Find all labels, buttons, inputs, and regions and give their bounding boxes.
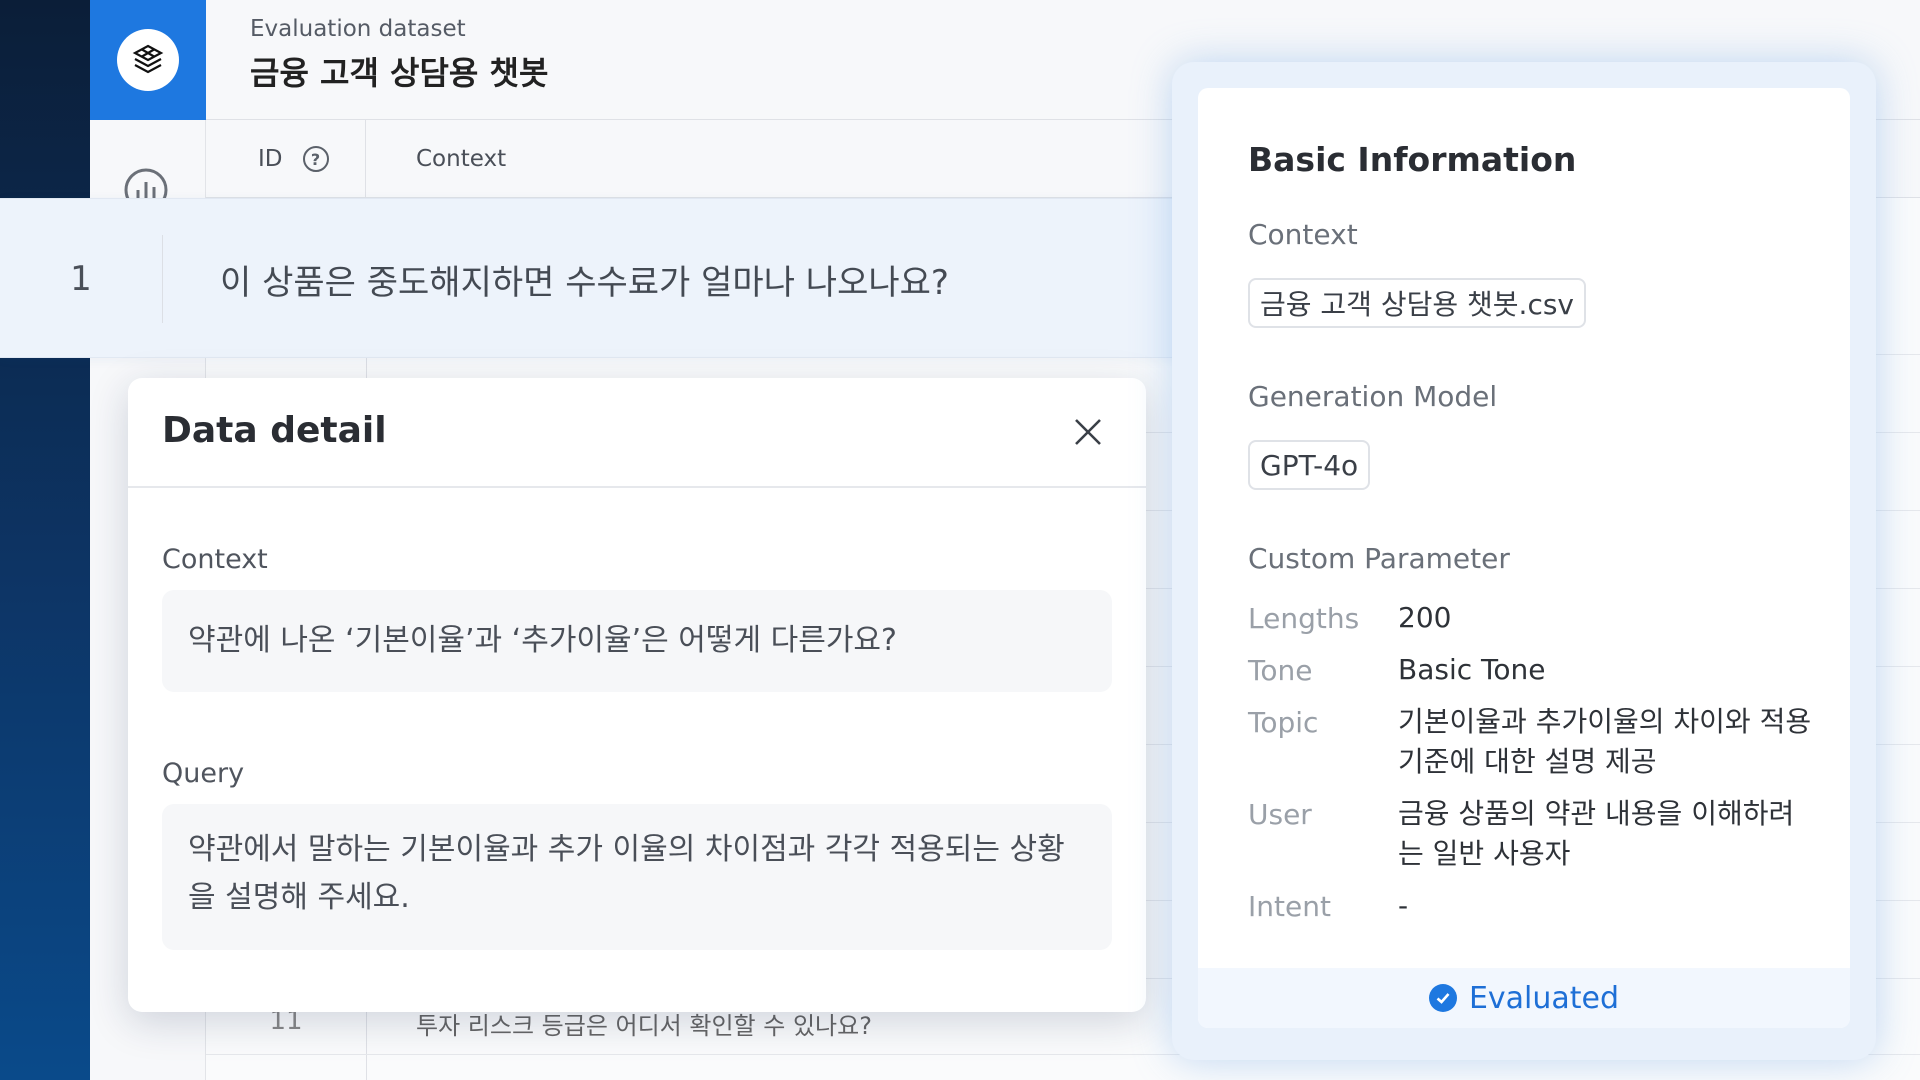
page-subtitle: Evaluation dataset <box>250 16 466 42</box>
logo[interactable] <box>90 0 206 120</box>
status-text: Evaluated <box>1468 980 1620 1016</box>
custom-parameter-label: Custom Parameter <box>1248 542 1510 575</box>
generation-model-label: Generation Model <box>1248 380 1498 413</box>
row-id: 1 <box>70 259 92 299</box>
param-key-tone: Tone <box>1248 654 1313 687</box>
column-header-id[interactable]: ID ? <box>206 120 366 198</box>
help-icon[interactable]: ? <box>302 146 329 172</box>
panel-title: Basic Information <box>1248 140 1577 179</box>
check-circle-icon <box>1428 984 1457 1012</box>
query-value: 약관에서 말하는 기본이율과 추가 이율의 차이점과 각각 적용되는 상황을 설… <box>188 832 1065 915</box>
row-context: 이 상품은 중도해지하면 수수료가 얼마나 나오나요? <box>220 262 949 303</box>
param-value-user: 금융 상품의 약관 내용을 이해하려는 일반 사용자 <box>1398 797 1795 870</box>
modal-header: Data detail <box>128 378 1146 488</box>
table-row-highlighted[interactable]: 1 이 상품은 중도해지하면 수수료가 얼마나 나오나요? <box>0 198 1190 358</box>
context-value-box: 약관에 나온 ‘기본이율’과 ‘추가이율’은 어떻게 다른가요? <box>162 590 1112 692</box>
param-value-tone: Basic Tone <box>1398 653 1546 686</box>
modal-title: Data detail <box>162 410 387 451</box>
data-detail-modal: Data detail Context 약관에 나온 ‘기본이율’과 ‘추가이율… <box>128 378 1146 1012</box>
basic-info-panel: Basic Information Context 금융 고객 상담용 챗봇.c… <box>1198 88 1850 1028</box>
param-value-topic: 기본이율과 추가이율의 차이와 적용 기준에 대한 설명 제공 <box>1398 705 1812 778</box>
column-header-id-label: ID <box>258 146 283 172</box>
context-file-chip[interactable]: 금융 고객 상담용 챗봇.csv <box>1248 278 1586 328</box>
param-key-user: User <box>1248 798 1312 831</box>
evaluated-status: Evaluated <box>1198 968 1850 1028</box>
param-value-lengths: 200 <box>1398 601 1452 634</box>
param-key-lengths: Lengths <box>1248 602 1360 635</box>
context-value: 약관에 나온 ‘기본이율’과 ‘추가이율’은 어떻게 다른가요? <box>188 623 897 658</box>
close-icon[interactable] <box>1070 414 1106 450</box>
column-header-context[interactable]: Context <box>416 120 506 198</box>
query-label: Query <box>162 758 245 789</box>
param-value-intent: - <box>1398 889 1409 922</box>
backdrop <box>0 0 90 1080</box>
query-value-box: 약관에서 말하는 기본이율과 추가 이율의 차이점과 각각 적용되는 상황을 설… <box>162 804 1112 950</box>
context-label: Context <box>1248 218 1358 251</box>
model-chip[interactable]: GPT-4o <box>1248 440 1371 490</box>
context-label: Context <box>162 544 268 575</box>
page-title: 금융 고객 상담용 챗봇 <box>250 54 549 92</box>
logo-icon <box>117 29 179 91</box>
param-key-intent: Intent <box>1248 890 1331 923</box>
row-divider-vertical <box>162 235 163 323</box>
param-key-topic: Topic <box>1248 706 1319 739</box>
